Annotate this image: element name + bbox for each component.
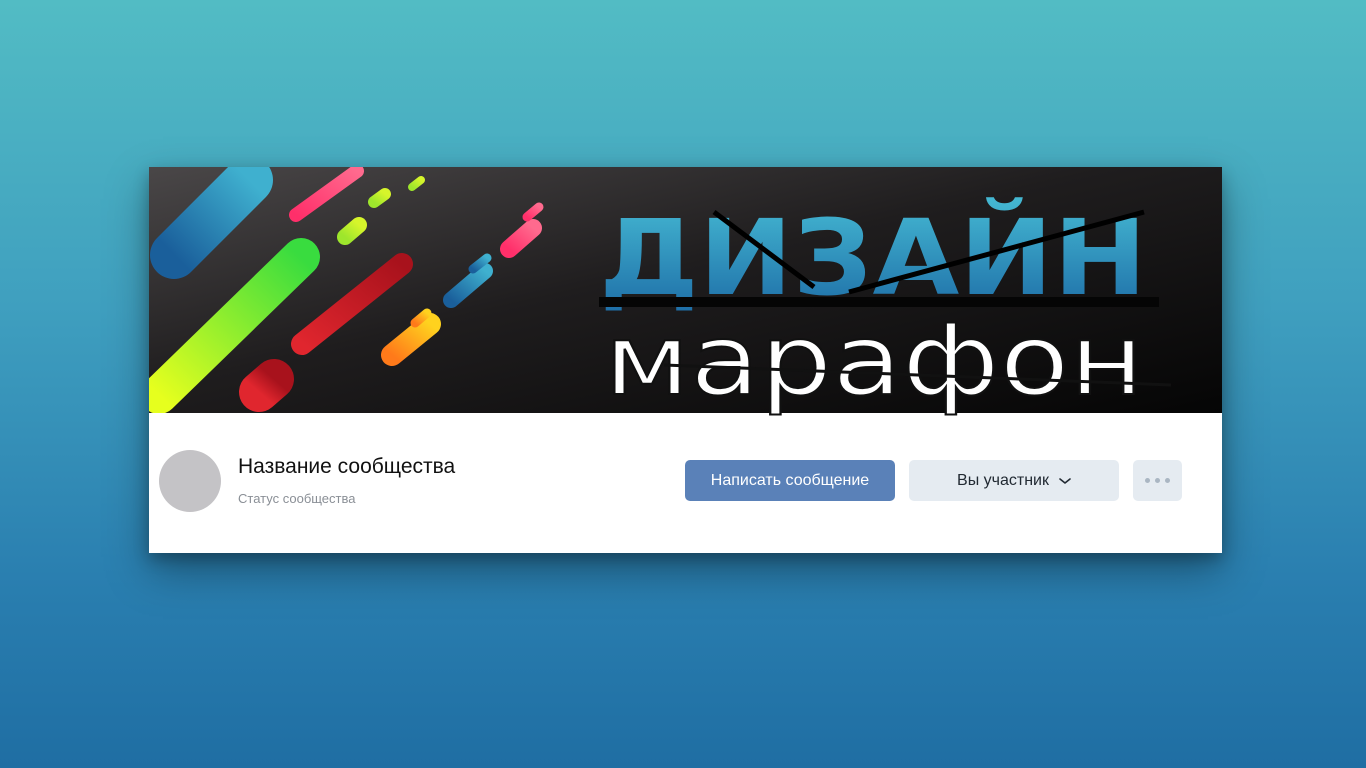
community-info-bar: Название сообщества Статус сообщества На… xyxy=(149,413,1222,553)
stripe-red-blob xyxy=(239,359,294,412)
send-message-button[interactable]: Написать сообщение xyxy=(685,460,895,501)
community-cover: ДИЗАЙН марафон xyxy=(149,167,1222,419)
more-actions-button[interactable] xyxy=(1133,460,1182,501)
community-header-card: ДИЗАЙН марафон Название сообщества Стату… xyxy=(149,167,1222,553)
community-status: Статус сообщества xyxy=(238,491,356,506)
cover-artwork: ДИЗАЙН марафон xyxy=(149,167,1222,419)
member-status-label: Вы участник xyxy=(957,471,1049,489)
community-avatar[interactable] xyxy=(159,450,221,512)
chevron-down-icon xyxy=(1059,477,1071,484)
stripe-green-tiny xyxy=(368,188,391,208)
more-dots-icon xyxy=(1145,478,1170,483)
stripe-green-small xyxy=(337,217,367,245)
stripe-green-dot xyxy=(408,176,425,191)
community-name: Название сообщества xyxy=(238,455,456,478)
cover-title-bottom: марафон xyxy=(604,304,1144,418)
member-status-button[interactable]: Вы участник xyxy=(909,460,1119,501)
send-message-label: Написать сообщение xyxy=(710,471,870,489)
